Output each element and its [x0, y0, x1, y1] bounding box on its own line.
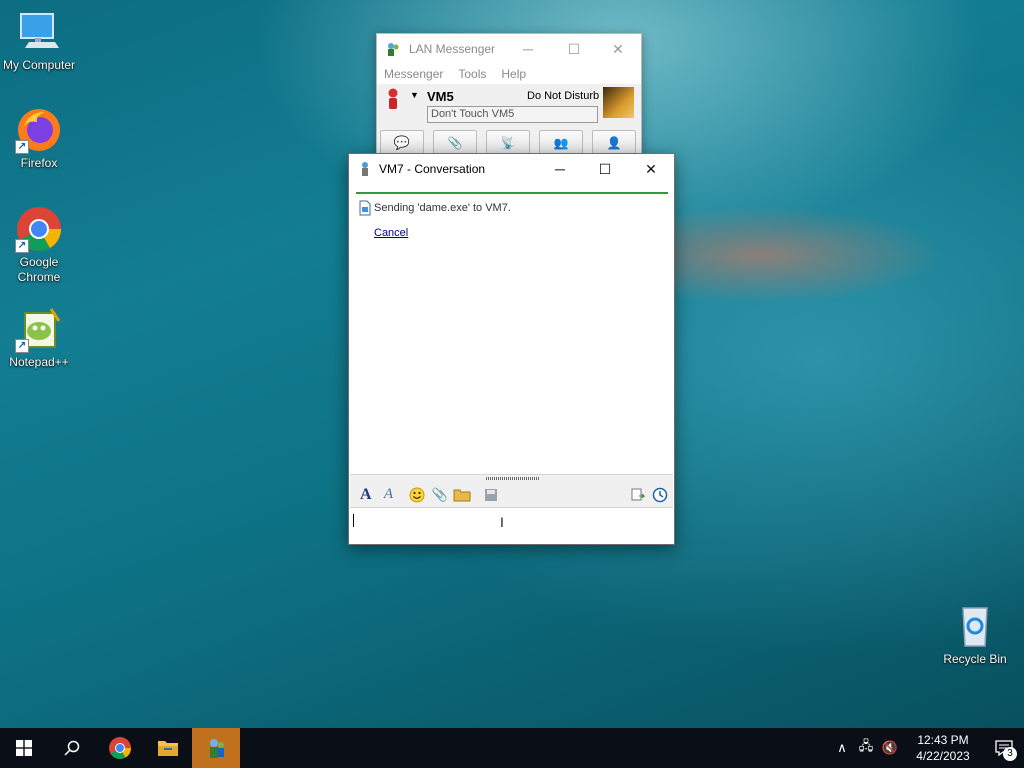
action-center-button[interactable]: 3	[984, 728, 1024, 768]
title-bar[interactable]: VM7 - Conversation ─ ☐ ✕	[349, 154, 674, 184]
maximize-button[interactable]: ☐	[582, 154, 628, 184]
clock[interactable]: 12:43 PM 4/22/2023	[908, 732, 978, 764]
folder-icon	[158, 741, 178, 756]
font-color-button[interactable]: A	[379, 485, 399, 505]
transfer-progress-line	[356, 192, 668, 194]
attachment-icon: 📎	[431, 486, 448, 502]
close-button[interactable]: ✕	[595, 34, 641, 64]
start-button[interactable]	[0, 728, 48, 768]
font-button[interactable]: A	[356, 485, 376, 505]
maximize-button[interactable]: ☐	[551, 34, 597, 64]
send-folder-button[interactable]	[453, 485, 473, 505]
attachment-icon: 📎	[447, 136, 463, 150]
avatar[interactable]	[603, 87, 634, 118]
title-bar[interactable]: LAN Messenger ─ ☐ ✕	[377, 34, 641, 64]
status-message-field[interactable]: Don't Touch VM5	[427, 106, 598, 123]
desktop-icon-firefox[interactable]: ↗ Firefox	[1, 106, 77, 171]
volume-button[interactable]: 🔇	[878, 728, 902, 768]
desktop-icon-label: Firefox	[20, 156, 58, 170]
lan-messenger-icon	[362, 162, 368, 176]
volume-muted-icon: 🔇	[881, 740, 899, 755]
taskbar: ∧ 🖧 🔇 12:43 PM 4/22/2023 3	[0, 728, 1024, 768]
computer-icon	[15, 8, 63, 56]
desktop-icon-label: Notepad++	[9, 355, 69, 369]
shortcut-arrow-icon: ↗	[15, 140, 29, 154]
broadcast-icon: 📡	[500, 136, 516, 150]
desktop-icon-label: Recycle Bin	[943, 652, 1007, 666]
minimize-button[interactable]: ─	[505, 34, 551, 64]
taskbar-file-explorer[interactable]	[144, 728, 192, 768]
format-toolbar: A A 📎	[350, 482, 673, 508]
close-button[interactable]: ✕	[628, 154, 674, 184]
notification-count-badge: 3	[1003, 747, 1017, 761]
lan-messenger-icon	[210, 739, 224, 758]
lan-messenger-icon	[388, 43, 399, 56]
recycle-bin-icon	[951, 602, 999, 650]
notepadpp-icon: ↗	[15, 305, 63, 353]
folder-icon	[453, 489, 471, 501]
splitter-handle[interactable]	[350, 474, 673, 482]
font-icon: A	[360, 485, 372, 503]
message-history[interactable]: Sending 'dame.exe' to VM7. Cancel	[350, 184, 673, 474]
show-hidden-icons-button[interactable]: ∧	[830, 728, 854, 768]
network-button[interactable]: 🖧	[854, 728, 878, 768]
windows-icon	[16, 740, 32, 756]
save-icon	[484, 488, 497, 501]
menu-messenger[interactable]: Messenger	[384, 67, 443, 81]
menu-tools[interactable]: Tools	[458, 67, 486, 81]
minimize-button[interactable]: ─	[537, 154, 583, 184]
send-file-button[interactable]: 📎	[430, 485, 450, 505]
desktop-icon-my-computer[interactable]: My Computer	[1, 8, 77, 73]
user-name: VM5	[427, 89, 454, 104]
save-button[interactable]	[481, 485, 501, 505]
window-title: LAN Messenger	[409, 42, 496, 56]
message-input[interactable]: I	[350, 508, 673, 544]
cancel-transfer-link[interactable]: Cancel	[374, 227, 408, 239]
desktop-icon-chrome[interactable]: ↗ Google Chrome	[1, 205, 77, 285]
lan-messenger-window[interactable]: LAN Messenger ─ ☐ ✕ Messenger Tools Help…	[376, 33, 642, 158]
network-icon: 🖧	[858, 738, 874, 753]
taskbar-chrome[interactable]	[96, 728, 144, 768]
copy-history-button[interactable]	[628, 485, 648, 505]
chat-icon: 💬	[393, 135, 411, 150]
text-caret	[353, 514, 354, 527]
smiley-icon	[409, 487, 425, 502]
window-title: VM7 - Conversation	[379, 162, 486, 176]
transfer-text: Sending 'dame.exe' to VM7.	[374, 202, 511, 214]
system-tray: ∧ 🖧 🔇 12:43 PM 4/22/2023 3	[830, 728, 1024, 768]
dnd-status-icon[interactable]	[386, 88, 400, 110]
users-icon: 👤	[606, 136, 622, 150]
file-transfer-message: Sending 'dame.exe' to VM7.	[358, 200, 511, 216]
chevron-up-icon: ∧	[837, 740, 847, 755]
history-button[interactable]	[650, 485, 670, 505]
menu-bar: Messenger Tools Help	[377, 64, 641, 84]
search-icon	[64, 740, 80, 756]
taskbar-lan-messenger[interactable]	[192, 728, 240, 768]
group-icon: 👥	[553, 136, 569, 150]
chrome-icon: ↗	[15, 205, 63, 253]
desktop-icon-label: Google Chrome	[17, 255, 61, 284]
clock-time: 12:43 PM	[917, 733, 969, 747]
font-color-icon: A	[383, 486, 394, 502]
clock-date: 4/22/2023	[916, 749, 970, 763]
copy-icon	[631, 488, 645, 500]
menu-help[interactable]: Help	[501, 67, 526, 81]
chrome-icon	[109, 737, 131, 759]
shortcut-arrow-icon: ↗	[15, 239, 29, 253]
profile-panel: ▼ VM5 Do Not Disturb Don't Touch VM5	[377, 84, 641, 124]
search-button[interactable]	[48, 728, 96, 768]
desktop-icon-recycle-bin[interactable]: Recycle Bin	[937, 602, 1013, 667]
history-icon	[652, 487, 668, 502]
desktop-icon-notepadpp[interactable]: ↗ Notepad++	[1, 305, 77, 370]
file-icon	[359, 200, 371, 216]
desktop-icon-label: My Computer	[2, 58, 76, 72]
status-label[interactable]: Do Not Disturb	[527, 90, 599, 102]
smiley-button[interactable]	[407, 485, 427, 505]
shortcut-arrow-icon: ↗	[15, 339, 29, 353]
i-beam-cursor-icon: I	[500, 514, 504, 530]
conversation-window[interactable]: VM7 - Conversation ─ ☐ ✕ Sending 'dame.e…	[348, 153, 675, 545]
status-dropdown-icon[interactable]: ▼	[410, 90, 419, 100]
grip-icon	[486, 477, 540, 480]
firefox-icon: ↗	[15, 106, 63, 154]
